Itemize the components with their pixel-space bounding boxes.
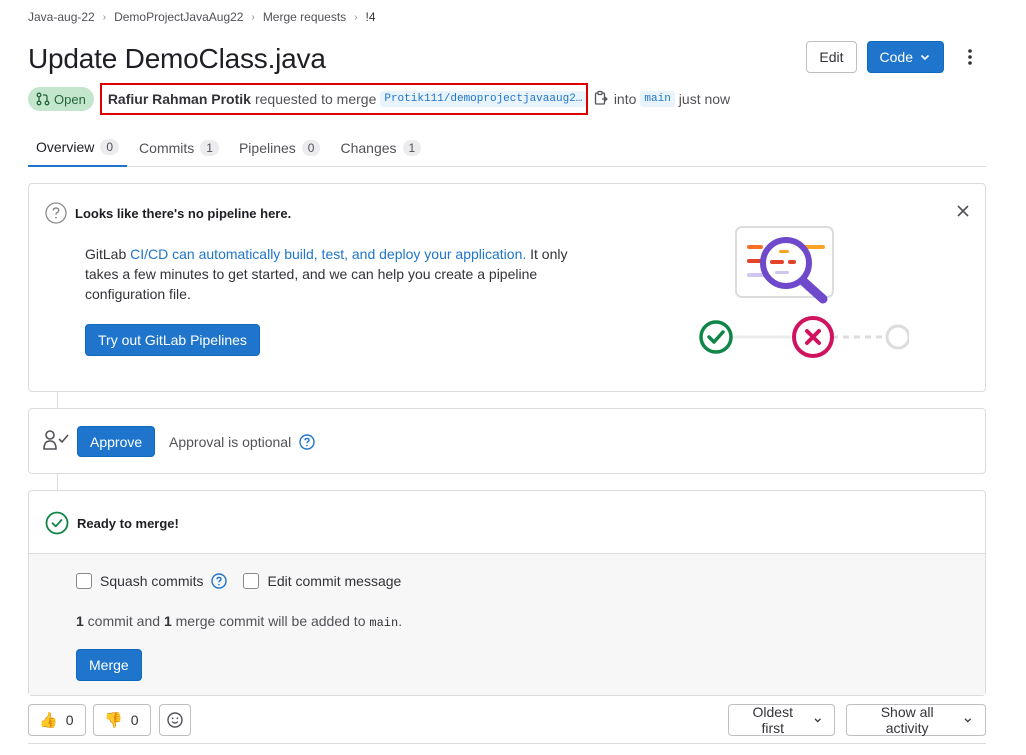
- action-text: requested to merge: [254, 91, 377, 107]
- divider: [28, 743, 986, 744]
- discussion-bar: 👍 0 👎 0 Oldest first Show all activity: [28, 704, 986, 736]
- help-icon[interactable]: [211, 573, 228, 589]
- tab-label: Changes: [340, 139, 397, 156]
- question-circle-icon: [45, 202, 67, 224]
- tab-count: 1: [200, 139, 219, 156]
- chevron-right-icon: ›: [102, 11, 107, 23]
- mr-tabs: Overview 0 Commits 1 Pipelines 0 Changes…: [28, 128, 986, 167]
- check-circle-icon: [45, 511, 69, 535]
- tab-pipelines[interactable]: Pipelines 0: [231, 128, 329, 167]
- target-branch[interactable]: main: [640, 91, 675, 107]
- thumbs-up-icon: 👍: [39, 712, 58, 729]
- thumbs-down-button[interactable]: 👎 0: [93, 704, 151, 736]
- tab-count: 0: [100, 138, 120, 155]
- tab-label: Overview: [36, 138, 95, 155]
- tab-commits[interactable]: Commits 1: [131, 128, 227, 167]
- page-title: Update DemoClass.java: [28, 43, 326, 74]
- tab-overview[interactable]: Overview 0: [28, 128, 128, 167]
- breadcrumb-merge-requests[interactable]: Merge requests: [263, 10, 346, 24]
- target-branch-code: main: [369, 616, 399, 630]
- approval-status: Approval is optional: [169, 434, 315, 450]
- description-prefix: GitLab: [85, 246, 131, 262]
- pipeline-illustration: [699, 226, 909, 358]
- tab-count: 0: [301, 139, 321, 156]
- commit-count: 1: [76, 613, 84, 629]
- timestamp: just now: [678, 91, 731, 107]
- pipeline-suggestion-card: Looks like there's no pipeline here. Git…: [28, 183, 986, 392]
- code-dropdown-button[interactable]: Code: [866, 41, 944, 73]
- merge-widget: Ready to merge! Squash commits Edit comm…: [28, 490, 986, 696]
- approval-user-icon: [43, 429, 71, 454]
- approval-card: Approve Approval is optional: [28, 408, 986, 474]
- chevron-down-icon: [920, 54, 930, 61]
- edit-button[interactable]: Edit: [806, 41, 857, 73]
- tab-label: Commits: [139, 139, 195, 156]
- edit-commit-label: Edit commit message: [267, 573, 402, 589]
- more-actions-kebab-icon[interactable]: [954, 41, 986, 73]
- squash-commits-checkbox[interactable]: Squash commits: [76, 573, 228, 589]
- sort-label: Oldest first: [752, 704, 793, 736]
- timeline-connector: [57, 474, 58, 490]
- thumbs-down-count: 0: [130, 712, 139, 728]
- approve-button[interactable]: Approve: [77, 426, 156, 457]
- status-badge: Open: [28, 87, 94, 111]
- breadcrumb-mr-id[interactable]: !4: [366, 10, 376, 24]
- merge-commit-count: 1: [163, 613, 172, 629]
- pipeline-card-description: GitLab CI/CD can automatically build, te…: [85, 244, 575, 304]
- merge-button[interactable]: Merge: [76, 649, 142, 681]
- sort-order-dropdown[interactable]: Oldest first: [728, 704, 835, 736]
- squash-label: Squash commits: [100, 573, 204, 589]
- source-branch[interactable]: Protik111/demoprojectjavaaug2…: [380, 91, 586, 107]
- chevron-down-icon: [814, 718, 821, 723]
- tab-changes[interactable]: Changes 1: [332, 128, 429, 167]
- chevron-down-icon: [964, 718, 972, 723]
- edit-commit-message-checkbox[interactable]: Edit commit message: [243, 573, 401, 589]
- period: .: [398, 613, 403, 629]
- merge-options: Squash commits Edit commit message 1 com…: [29, 553, 985, 695]
- checkbox-box[interactable]: [243, 573, 260, 589]
- header-actions: Edit Code: [806, 41, 986, 73]
- help-icon[interactable]: [299, 434, 315, 450]
- breadcrumb-group[interactable]: Java-aug-22: [28, 10, 95, 24]
- approval-optional-text: Approval is optional: [169, 434, 292, 450]
- thumbs-up-count: 0: [65, 712, 74, 728]
- filter-label: Show all activity: [880, 704, 934, 736]
- cicd-link[interactable]: CI/CD can automatically build, test, and…: [130, 246, 526, 262]
- commit-text-b: merge commit will be added to: [171, 613, 370, 629]
- chevron-right-icon: ›: [354, 11, 358, 23]
- breadcrumb-project[interactable]: DemoProjectJavaAug22: [114, 10, 243, 24]
- merge-status-header: Ready to merge!: [45, 511, 179, 535]
- commit-summary: 1 commit and 1 merge commit will be adde…: [76, 613, 402, 630]
- pipeline-card-heading: Looks like there's no pipeline here.: [75, 205, 292, 221]
- timeline-connector: [57, 392, 58, 408]
- merge-request-icon: [36, 92, 50, 106]
- chevron-right-icon: ›: [251, 11, 255, 23]
- smiley-icon: [167, 712, 183, 728]
- try-pipelines-button[interactable]: Try out GitLab Pipelines: [85, 324, 260, 356]
- tab-count: 1: [402, 139, 422, 156]
- tab-label: Pipelines: [238, 139, 296, 156]
- activity-filter-dropdown[interactable]: Show all activity: [846, 704, 986, 736]
- ready-to-merge-text: Ready to merge!: [77, 515, 179, 531]
- thumbs-down-icon: 👎: [104, 712, 123, 729]
- copy-icon[interactable]: [594, 90, 608, 109]
- highlight-box: Rafiur Rahman Protik requested to merge …: [99, 83, 588, 115]
- commit-text-a: commit and: [83, 613, 164, 629]
- target-info: into main just now: [614, 91, 730, 107]
- add-reaction-button[interactable]: [159, 704, 191, 736]
- breadcrumb: Java-aug-22 › DemoProjectJavaAug22 › Mer…: [28, 10, 376, 24]
- status-label: Open: [54, 91, 86, 107]
- close-icon[interactable]: [957, 204, 969, 220]
- merge-checkboxes: Squash commits Edit commit message: [76, 573, 417, 589]
- merge-request-meta: Open Rafiur Rahman Protik requested to m…: [28, 83, 730, 115]
- author-link[interactable]: Rafiur Rahman Protik: [108, 91, 251, 107]
- checkbox-box[interactable]: [76, 573, 92, 589]
- code-button-label: Code: [879, 49, 913, 65]
- pipeline-card-header: Looks like there's no pipeline here.: [45, 202, 291, 224]
- thumbs-up-button[interactable]: 👍 0: [28, 704, 86, 736]
- into-text: into: [613, 91, 637, 107]
